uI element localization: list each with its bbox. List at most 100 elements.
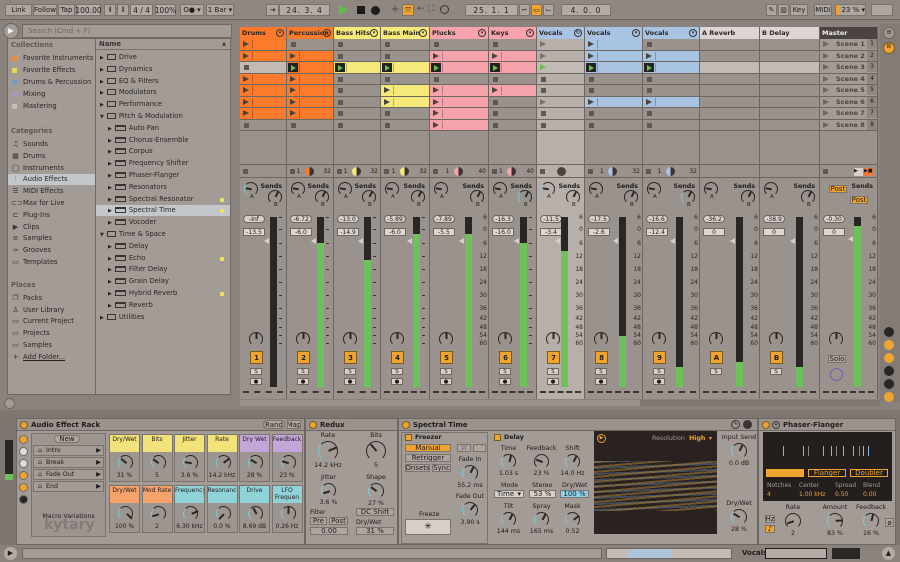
clip-launch-icon[interactable]	[433, 110, 439, 116]
clip-stop-icon[interactable]	[589, 122, 594, 128]
arrangement-position-field[interactable]: 24. 3. 4	[279, 4, 330, 16]
expand-arrow-icon[interactable]: ▶	[108, 149, 112, 155]
io-monitor-icon[interactable]	[304, 167, 314, 176]
clip[interactable]	[442, 109, 487, 118]
input-send-knob[interactable]	[731, 443, 747, 459]
scene-launch-icon[interactable]	[823, 41, 829, 47]
mask-knob[interactable]	[565, 512, 580, 527]
cpu-load-meter[interactable]: 23 % ▾	[835, 4, 866, 16]
rack-side-button[interactable]	[19, 495, 28, 504]
clip[interactable]	[299, 63, 332, 72]
pan-knob[interactable]	[546, 332, 560, 346]
clip-stop-icon[interactable]	[338, 111, 343, 116]
clip-slot[interactable]	[287, 73, 333, 85]
metronome-dropdown[interactable]: O● ▾	[180, 4, 204, 16]
clip-stop-icon[interactable]	[434, 42, 439, 47]
fade-shape-b-button[interactable]: ⌒	[473, 444, 486, 452]
browser-item[interactable]: ▶ Performance	[96, 99, 230, 110]
track-fold-icon[interactable]: ▾	[419, 29, 427, 37]
place-item[interactable]: ♙ User Library	[8, 305, 95, 316]
expand-arrow-icon[interactable]: ▶	[100, 102, 104, 108]
clip[interactable]	[299, 74, 332, 83]
clip-playing-icon[interactable]	[335, 63, 345, 72]
clip[interactable]	[393, 97, 428, 106]
stereo-slider[interactable]: 53 %	[529, 490, 556, 498]
clip-stop-icon[interactable]	[338, 122, 343, 128]
fade-in-knob[interactable]	[462, 465, 478, 481]
expand-arrow-icon[interactable]: ▶	[108, 208, 112, 214]
volume-fader-handle[interactable]	[358, 238, 363, 244]
arm-button[interactable]: ●	[499, 378, 511, 385]
expand-arrow-icon[interactable]: ▶	[100, 79, 104, 85]
clip-playing-icon[interactable]	[382, 63, 392, 72]
pan-knob[interactable]	[343, 332, 357, 346]
track-activator-button[interactable]: A	[710, 351, 723, 364]
clip-stop-icon[interactable]	[647, 42, 652, 47]
clip-slot[interactable]	[643, 96, 699, 108]
group-stop-icon[interactable]	[541, 111, 546, 116]
expand-arrow-icon[interactable]: ▶	[108, 161, 112, 167]
track-header[interactable]: Drums ▾	[240, 27, 286, 39]
search-input[interactable]: Search (Cmd + F)	[22, 24, 232, 38]
freezer-toggle[interactable]	[405, 434, 412, 441]
clip[interactable]	[501, 86, 535, 95]
collection-item[interactable]: Mixing	[8, 89, 95, 100]
arm-button[interactable]: ●	[297, 378, 309, 385]
clip-stop-icon[interactable]	[493, 76, 498, 82]
stop-button[interactable]	[357, 6, 365, 14]
variation-item[interactable]: ⌂ Fade Out ▶	[33, 469, 104, 480]
solo-button[interactable]: S	[391, 368, 403, 375]
mode-phaser-button[interactable]: Phaser	[766, 469, 804, 477]
solo-button[interactable]: S	[297, 368, 309, 375]
device-save-icon[interactable]	[743, 420, 752, 429]
preview-icon[interactable]	[4, 398, 15, 409]
clip-slot[interactable]	[240, 73, 286, 85]
expand-arrow-icon[interactable]: ▶	[108, 244, 112, 250]
scene-launch-icon[interactable]	[823, 52, 829, 59]
dc-shift-button[interactable]: DC Shift	[356, 508, 394, 516]
clip-playing-icon[interactable]	[490, 63, 500, 72]
crossfade-assign[interactable]	[646, 391, 696, 394]
clip-launch-icon[interactable]	[384, 98, 390, 105]
variation-item[interactable]: ⌂ End ▶	[33, 481, 104, 492]
clip-slot[interactable]: Scene 44	[820, 73, 877, 85]
collection-item[interactable]: Favorite Effects	[8, 65, 95, 76]
clip-slot[interactable]	[489, 62, 536, 74]
clip[interactable]	[501, 63, 535, 72]
spray-knob[interactable]	[534, 512, 549, 527]
pan-knob[interactable]	[652, 332, 666, 346]
clip-launch-icon[interactable]	[588, 98, 594, 105]
macro-knob[interactable]	[280, 455, 296, 470]
clip[interactable]	[393, 86, 428, 95]
scene-launch-icon[interactable]	[823, 87, 829, 93]
io-monitor-icon[interactable]	[665, 167, 675, 176]
follow-arrow-icon[interactable]: ⇥	[266, 4, 279, 16]
clip-stop-icon[interactable]	[493, 99, 498, 105]
volume-field[interactable]: -3.4	[540, 228, 562, 236]
clip-slot[interactable]	[489, 39, 536, 51]
stop-all-clips-icon[interactable]	[540, 169, 545, 174]
clip-slot[interactable]	[700, 39, 759, 51]
category-item-sounds[interactable]: ♫ Sounds	[8, 139, 95, 150]
browser-item[interactable]: ▶ Grain Delay	[96, 276, 230, 287]
crossfade-assign[interactable]	[433, 391, 485, 394]
clip-stop-icon[interactable]	[291, 122, 296, 128]
onsets-button[interactable]: Onsets	[405, 464, 430, 472]
solo-button[interactable]: S	[499, 368, 511, 375]
track-fold-icon[interactable]: ▾	[323, 29, 331, 37]
track-fold-icon[interactable]: ▾	[526, 29, 534, 37]
variation-launch-icon[interactable]: ▶	[96, 482, 101, 492]
clip-slot[interactable]	[489, 108, 536, 120]
browser-item[interactable]: ▶ Modulators	[96, 87, 230, 98]
midi-map-button[interactable]: MIDI	[814, 4, 832, 16]
phaser-amount-knob[interactable]	[827, 513, 843, 529]
clip-slot[interactable]	[287, 96, 333, 108]
macro-knob[interactable]	[248, 455, 263, 470]
expand-arrow-icon[interactable]: ▶	[108, 197, 112, 203]
arm-button[interactable]: ●	[344, 378, 356, 385]
bits-knob[interactable]	[366, 441, 386, 461]
crossfade-assign[interactable]	[290, 391, 330, 394]
name-column-header[interactable]: Name ▲	[96, 39, 230, 50]
clip-slot[interactable]	[240, 119, 286, 131]
pan-knob[interactable]	[829, 332, 843, 346]
